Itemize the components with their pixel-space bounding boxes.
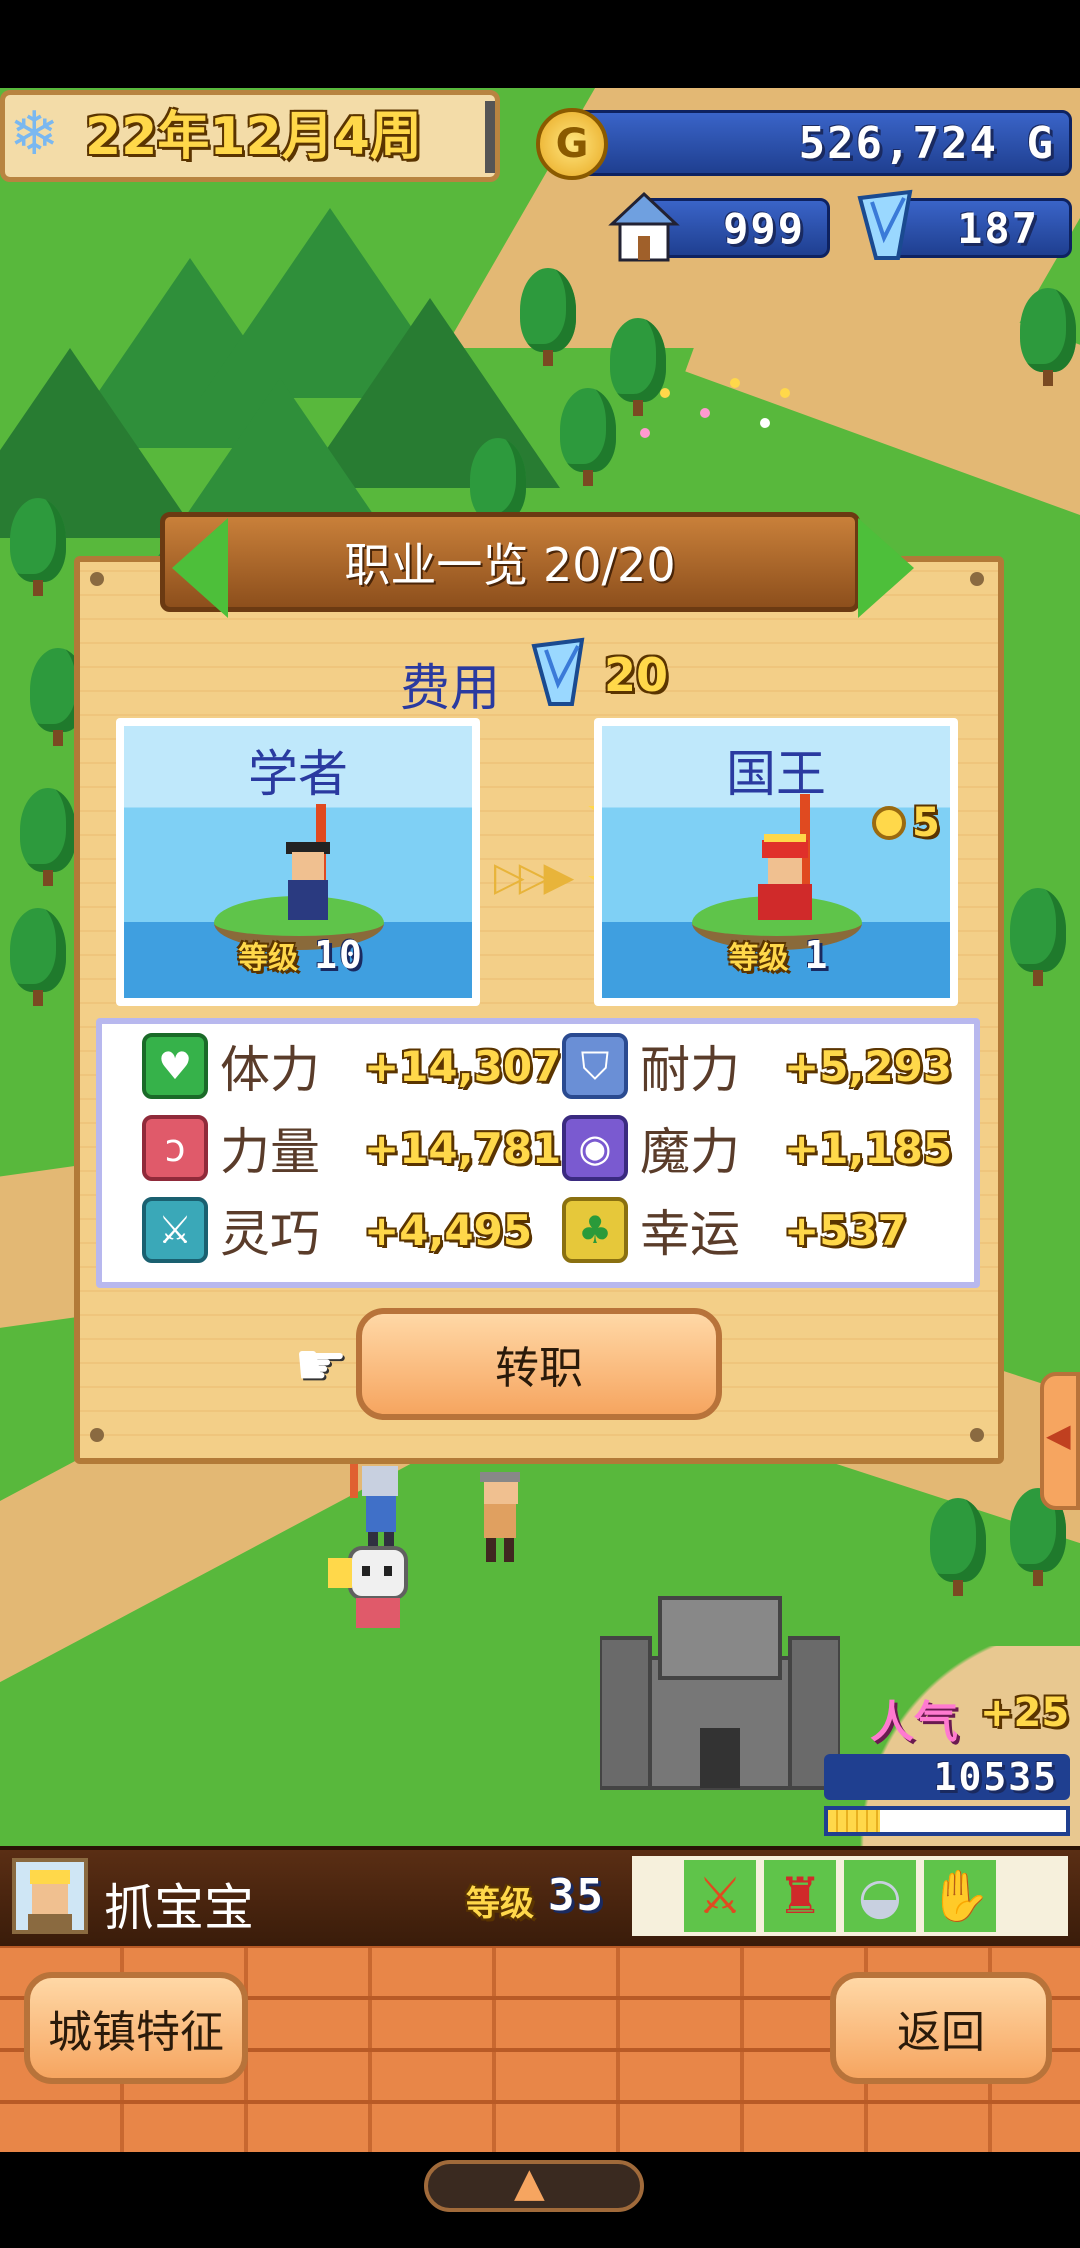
scholar-sprite-icon — [286, 804, 330, 920]
target-job-card[interactable]: 国王 5 等级 1 — [594, 718, 958, 1006]
stat-value: +14,307 — [364, 1041, 562, 1091]
gauntlet-icon: ✋ — [928, 1867, 992, 1925]
dialog-title: 职业一览 20/20 — [160, 512, 860, 612]
date-text: 22年12月4周 — [85, 107, 422, 167]
arm-icon: ↄ — [142, 1115, 208, 1181]
stat-name: 体力 — [220, 1041, 320, 1099]
equipment-slots: ⚔ ♜ ◒ ✋ — [632, 1856, 1068, 1936]
medal-icon — [872, 806, 906, 840]
hero-warrior-sprite[interactable] — [460, 1468, 540, 1578]
stat-name: 力量 — [220, 1123, 320, 1181]
corner-rivet-icon — [90, 1428, 104, 1442]
king-sprite-icon — [758, 794, 812, 920]
stat-gains-panel: ♥ 体力 +14,307 ⛉ 耐力 +5,293 ↄ 力量 +14,781 ◉ … — [96, 1018, 980, 1288]
player-bar: 抓宝宝 等级 35 ⚔ ♜ ◒ ✋ — [0, 1846, 1080, 1950]
avatar-icon — [28, 1870, 72, 1930]
skull-monster-icon — [328, 1546, 408, 1628]
house-icon — [608, 191, 680, 262]
date-panel: ❄ 22年12月4周 — [0, 90, 500, 182]
popularity-value-box: 10535 — [824, 1754, 1070, 1800]
magic-orb-icon: ◉ — [562, 1115, 628, 1181]
popularity-progress-bar — [824, 1806, 1070, 1836]
monster-sprite[interactable] — [320, 1538, 430, 1638]
stat-value: +4,495 — [364, 1205, 533, 1255]
gem-icon — [857, 189, 913, 260]
bottom-nav-area: ▲ — [0, 2152, 1080, 2248]
stat-name: 耐力 — [640, 1041, 740, 1099]
change-job-button[interactable]: 转职 — [356, 1308, 722, 1420]
cost-value: 20 — [604, 648, 669, 702]
stat-row-dexterity: ⚔ 灵巧 +4,495 — [142, 1194, 532, 1266]
clover-icon: ♣ — [562, 1197, 628, 1263]
status-bar-area — [0, 0, 1080, 88]
houses-count: 999 — [723, 204, 805, 253]
gems-count: 187 — [957, 204, 1039, 253]
popularity-change: +25 — [980, 1690, 1070, 1736]
corner-rivet-icon — [970, 572, 984, 586]
shield-icon: ⛉ — [562, 1033, 628, 1099]
player-level-label: 等级 — [466, 1884, 534, 1924]
current-job-level-label: 等级 — [238, 941, 299, 976]
side-panel-tab[interactable]: ◀ — [1040, 1372, 1080, 1510]
stat-name: 灵巧 — [220, 1205, 320, 1263]
player-name: 抓宝宝 — [104, 1879, 254, 1937]
chevron-up-icon: ▲ — [514, 2160, 545, 2206]
corner-rivet-icon — [90, 572, 104, 586]
helmet-icon: ◒ — [858, 1867, 902, 1925]
corner-rivet-icon — [970, 1428, 984, 1442]
gold-coin-icon: G — [536, 108, 608, 180]
cost-label: 费用 — [400, 659, 500, 717]
gold-panel: 526,724 G — [560, 110, 1072, 176]
heart-icon: ♥ — [142, 1033, 208, 1099]
equip-slot[interactable]: ♜ — [764, 1860, 836, 1932]
expand-menu-button[interactable]: ▲ — [424, 2160, 644, 2212]
next-job-arrow[interactable] — [858, 518, 914, 618]
stat-row-endurance: ⛉ 耐力 +5,293 — [562, 1030, 952, 1102]
stat-value: +1,185 — [784, 1123, 953, 1173]
back-button[interactable]: 返回 — [830, 1972, 1052, 2084]
gem-icon — [531, 637, 585, 706]
stat-row-magic: ◉ 魔力 +1,185 — [562, 1112, 952, 1184]
popularity-label: 人气 — [870, 1697, 958, 1748]
stat-row-luck: ♣ 幸运 +537 — [562, 1194, 907, 1266]
stat-value: +14,781 — [364, 1123, 562, 1173]
current-job-level: 10 — [314, 933, 364, 977]
target-job-level: 1 — [804, 933, 830, 977]
pointing-hand-icon: ☛ — [294, 1330, 348, 1400]
stat-row-stamina: ♥ 体力 +14,307 — [142, 1030, 561, 1102]
town-features-button[interactable]: 城镇特征 — [24, 1972, 248, 2084]
stat-name: 幸运 — [640, 1205, 740, 1263]
transfer-arrow-icon: ▷▷▶ — [494, 854, 574, 900]
season-gauge — [485, 101, 495, 173]
target-job-level-label: 等级 — [728, 941, 789, 976]
warrior-icon — [480, 1472, 520, 1562]
stat-value: +5,293 — [784, 1041, 953, 1091]
avatar[interactable] — [12, 1858, 88, 1934]
chevron-left-icon: ◀ — [1046, 1416, 1071, 1454]
stat-name: 魔力 — [640, 1123, 740, 1181]
gold-amount: 526,724 G — [798, 118, 1055, 169]
armor-icon: ♜ — [777, 1867, 823, 1925]
popularity-value: 10535 — [933, 1755, 1058, 1799]
medal-count: 5 — [912, 800, 940, 846]
current-job-card[interactable]: 学者 等级 10 — [116, 718, 480, 1006]
popularity-panel: 人气 +25 10535 — [780, 1646, 1080, 1846]
player-level: 35 — [548, 1870, 605, 1921]
equip-slot[interactable]: ◒ — [844, 1860, 916, 1932]
crossed-swords-icon: ⚔ — [142, 1197, 208, 1263]
prev-job-arrow[interactable] — [172, 518, 228, 618]
equip-slot[interactable]: ✋ — [924, 1860, 996, 1932]
sword-icon: ⚔ — [697, 1867, 743, 1925]
equip-slot[interactable]: ⚔ — [684, 1860, 756, 1932]
popularity-progress-fill — [828, 1810, 881, 1832]
snowflake-icon: ❄ — [9, 99, 60, 169]
stat-row-strength: ↄ 力量 +14,781 — [142, 1112, 561, 1184]
stat-value: +537 — [784, 1205, 907, 1255]
